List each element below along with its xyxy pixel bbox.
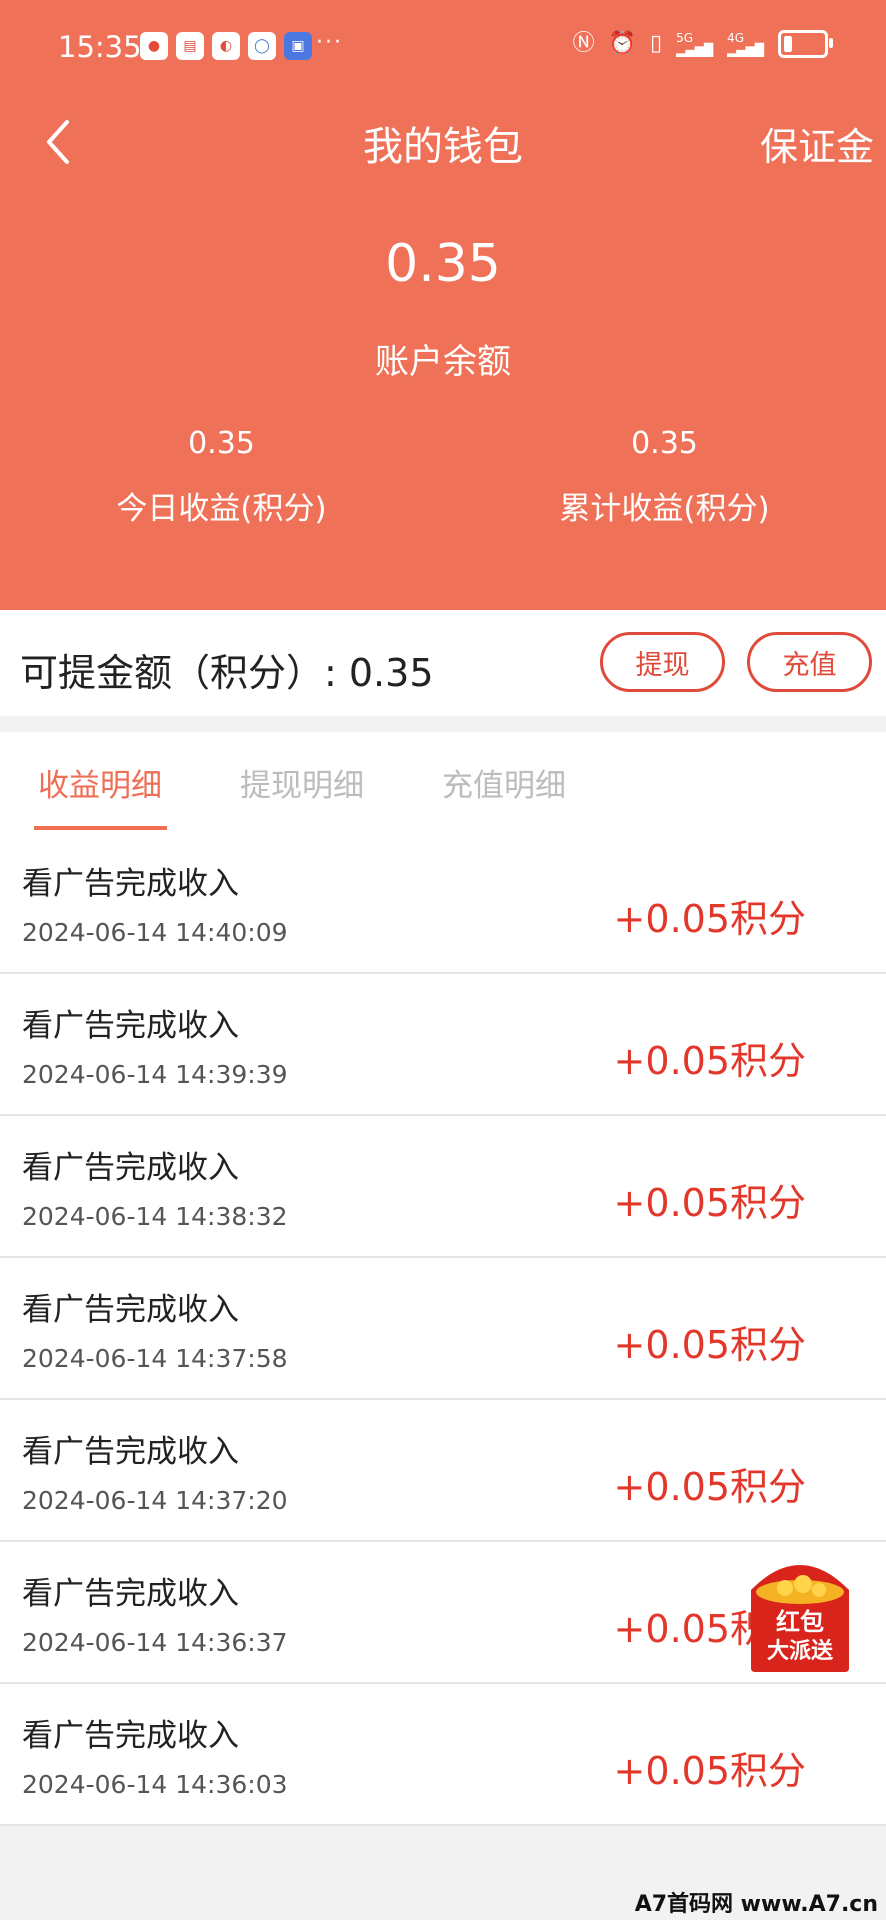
vibrate-icon: ▯ <box>650 31 663 56</box>
page-title: 我的钱包 <box>363 124 523 170</box>
list-item: 看广告完成收入 2024-06-14 14:36:03 +0.05积分 <box>0 1684 886 1826</box>
total-earnings: 0.35 累计收益(积分) <box>443 426 886 528</box>
record-time: 2024-06-14 14:38:32 <box>22 1202 288 1231</box>
earnings-list: 看广告完成收入 2024-06-14 14:40:09 +0.05积分 看广告完… <box>0 832 886 1826</box>
record-title: 看广告完成收入 <box>22 1008 239 1044</box>
chat-app-icon: ◯ <box>248 32 276 60</box>
list-item: 看广告完成收入 2024-06-14 14:40:09 +0.05积分 <box>0 832 886 974</box>
book-app-icon: ▤ <box>176 32 204 60</box>
app-notification-icon: ● <box>140 32 168 60</box>
tab-recharge-detail[interactable]: 充值明细 <box>442 760 566 805</box>
red-packet-icon: 红包 大派送 <box>751 1565 849 1672</box>
record-time: 2024-06-14 14:39:39 <box>22 1060 288 1089</box>
signal-5g-icon: 5G ▂▄▆█ <box>676 31 714 57</box>
record-amount: +0.05积分 <box>613 1465 806 1509</box>
alarm-icon: ⏰ <box>608 31 637 56</box>
detail-tabs: 收益明细 提现明细 充值明细 <box>0 732 886 832</box>
record-amount: +0.05积分 <box>613 1749 806 1793</box>
list-item: 看广告完成收入 2024-06-14 14:37:20 +0.05积分 <box>0 1400 886 1542</box>
game-app-icon: ◐ <box>212 32 240 60</box>
record-amount: +0.05积分 <box>613 897 806 941</box>
total-earnings-value: 0.35 <box>631 426 698 461</box>
system-status-icons: Ⓝ ⏰ ▯ 5G ▂▄▆█ 4G ▂▄▆█ <box>572 30 833 58</box>
record-time: 2024-06-14 14:40:09 <box>22 918 288 947</box>
status-bar: 15:35 ● ▤ ◐ ◯ ▣ ··· Ⓝ ⏰ ▯ 5G ▂▄▆█ 4G ▂▄▆█ <box>0 0 886 96</box>
signal-4g-icon: 4G ▂▄▆█ <box>727 31 764 57</box>
record-time: 2024-06-14 14:36:37 <box>22 1628 288 1657</box>
status-time: 15:35 <box>58 30 142 64</box>
battery-icon <box>778 30 833 58</box>
record-title: 看广告完成收入 <box>22 1718 239 1754</box>
tab-earnings-detail[interactable]: 收益明细 <box>38 760 162 805</box>
record-time: 2024-06-14 14:37:20 <box>22 1486 288 1515</box>
active-tab-indicator <box>34 826 167 830</box>
record-title: 看广告完成收入 <box>22 1434 239 1470</box>
list-item: 看广告完成收入 2024-06-14 14:39:39 +0.05积分 <box>0 974 886 1116</box>
red-packet-line2: 大派送 <box>767 1638 833 1664</box>
red-packet-line1: 红包 <box>776 1608 824 1636</box>
today-earnings: 0.35 今日收益(积分) <box>0 426 443 528</box>
record-amount: +0.05积分 <box>613 1323 806 1367</box>
account-balance-value: 0.35 <box>385 234 501 294</box>
more-notifications-icon: ··· <box>316 30 343 55</box>
withdrawable-bar: 可提金额（积分）: 0.35 提现 充值 <box>0 610 886 716</box>
withdraw-button[interactable]: 提现 <box>600 632 725 692</box>
tab-withdraw-detail[interactable]: 提现明细 <box>240 760 364 805</box>
record-amount: +0.05积分 <box>613 1039 806 1083</box>
recharge-button[interactable]: 充值 <box>747 632 872 692</box>
record-title: 看广告完成收入 <box>22 1150 239 1186</box>
record-time: 2024-06-14 14:37:58 <box>22 1344 288 1373</box>
list-item: 看广告完成收入 2024-06-14 14:38:32 +0.05积分 <box>0 1116 886 1258</box>
notification-icons: ● ▤ ◐ ◯ ▣ <box>140 32 312 60</box>
nfc-icon: Ⓝ <box>572 31 595 56</box>
list-item: 看广告完成收入 2024-06-14 14:37:58 +0.05积分 <box>0 1258 886 1400</box>
total-earnings-label: 累计收益(积分) <box>559 491 770 527</box>
account-balance-label: 账户余额 <box>375 342 511 382</box>
wallet-header: 15:35 ● ▤ ◐ ◯ ▣ ··· Ⓝ ⏰ ▯ 5G ▂▄▆█ 4G ▂▄▆█ … <box>0 0 886 610</box>
record-time: 2024-06-14 14:36:03 <box>22 1770 288 1799</box>
card-app-icon: ▣ <box>284 32 312 60</box>
record-amount: +0.05积分 <box>613 1181 806 1225</box>
record-title: 看广告完成收入 <box>22 1576 239 1612</box>
record-title: 看广告完成收入 <box>22 866 239 902</box>
today-earnings-value: 0.35 <box>188 426 255 461</box>
red-packet-promo-button[interactable]: 红包 大派送 <box>745 1550 855 1674</box>
today-earnings-label: 今日收益(积分) <box>116 491 327 527</box>
deposit-link[interactable]: 保证金 <box>760 116 874 171</box>
record-title: 看广告完成收入 <box>22 1292 239 1328</box>
watermark: A7首码网 www.A7.cn <box>634 1892 878 1917</box>
withdrawable-amount: 可提金额（积分）: 0.35 <box>20 651 434 695</box>
